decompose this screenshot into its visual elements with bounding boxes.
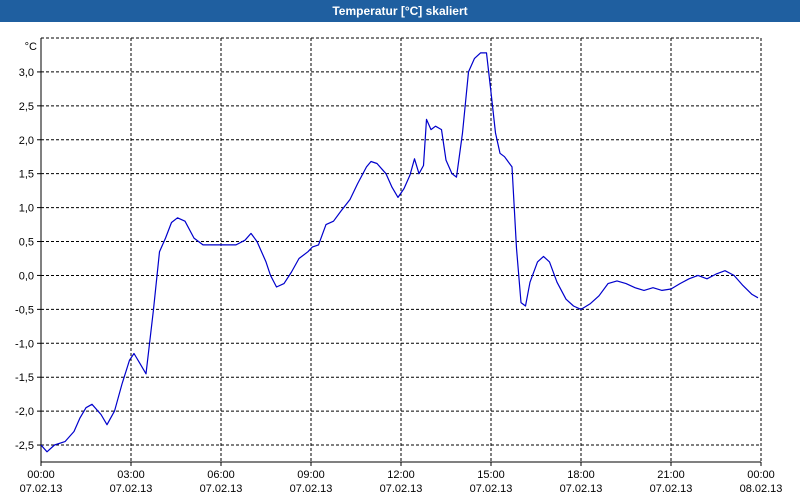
y-tick-label: -1,5 (15, 372, 34, 384)
y-tick-label: -2,0 (15, 406, 34, 418)
x-tick-time-label: 00:00 (747, 469, 775, 481)
y-unit-label: °C (25, 41, 37, 53)
series-line-temperature (40, 52, 759, 453)
y-tick-label: 2,5 (19, 101, 34, 113)
chart-title-bar: Temperatur [°C] skaliert (0, 0, 800, 22)
x-tick-date-label: 07.02.13 (380, 483, 423, 495)
x-tick-date-label: 07.02.13 (200, 483, 243, 495)
x-tick-date-label: 07.02.13 (650, 483, 693, 495)
y-tick-label: 2,0 (19, 135, 34, 147)
chart-area: 3,0 2,5 2,0 1,5 1,0 0,5 0,0 -0,5 -1,0 -1,5 -2,0 -2,… (0, 22, 800, 500)
x-tick-time-label: 09:00 (297, 469, 325, 481)
y-tick-label: -0,5 (15, 304, 34, 316)
x-tick-date-label: 07.02.13 (20, 483, 63, 495)
y-tick-label: -2,5 (15, 440, 34, 452)
x-tick-time-label: 21:00 (657, 469, 685, 481)
x-tick-time-label: 12:00 (387, 469, 415, 481)
x-tick-time-label: 00:00 (27, 469, 55, 481)
temperature-chart: 3,0 2,5 2,0 1,5 1,0 0,5 0,0 -0,5 -1,0 -1,5 -2,0 -2,… (15, 37, 783, 495)
x-tick-date-label: 07.02.13 (290, 483, 333, 495)
x-tick-date-label: 07.02.13 (470, 483, 513, 495)
y-tick-label: 0,5 (19, 237, 34, 249)
y-tick-label: 3,0 (19, 67, 34, 79)
x-tick-date-label: 07.02.13 (560, 483, 603, 495)
x-tick-date-label: 08.02.13 (740, 483, 783, 495)
x-tick-time-label: 15:00 (477, 469, 505, 481)
x-tick-date-label: 07.02.13 (110, 483, 153, 495)
chart-title: Temperatur [°C] skaliert (332, 4, 468, 18)
x-tick-time-label: 03:00 (117, 469, 145, 481)
y-tick-label: 1,5 (19, 169, 34, 181)
y-tick-label: 0,0 (19, 270, 34, 282)
x-tick-time-label: 18:00 (567, 469, 595, 481)
y-tick-label: -1,0 (15, 338, 34, 350)
y-tick-label: 1,0 (19, 203, 34, 215)
x-tick-time-label: 06:00 (207, 469, 235, 481)
